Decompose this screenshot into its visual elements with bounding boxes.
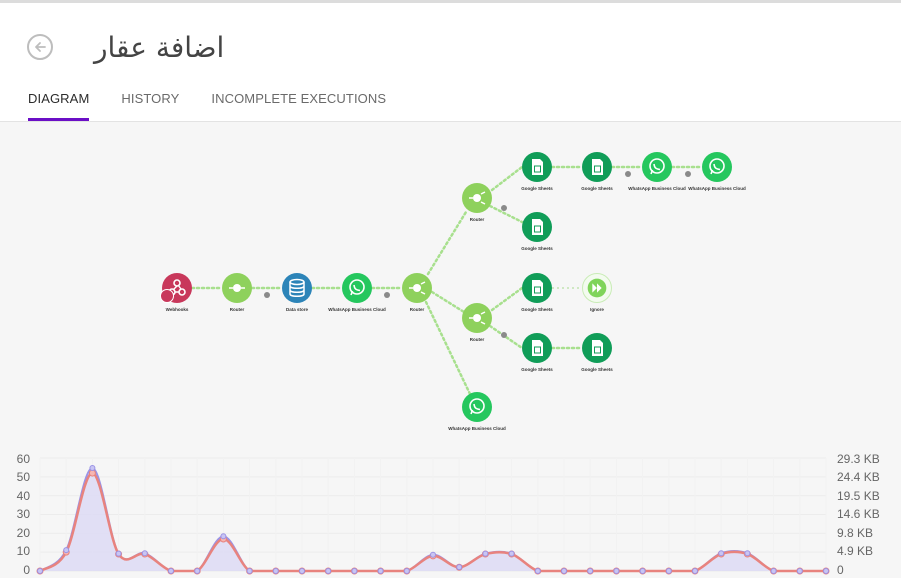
data-size-point	[508, 550, 515, 557]
node-label: Google Sheets	[521, 246, 553, 251]
node-label: Data store	[285, 307, 309, 312]
node-label: Google Sheets	[581, 367, 613, 372]
node-label: Google Sheets	[521, 307, 553, 312]
fast-forward-icon	[587, 278, 607, 298]
data-size-point	[403, 568, 410, 574]
google-sheets-icon	[532, 340, 543, 356]
data-size-point	[430, 551, 436, 558]
google-sheets-icon	[592, 340, 603, 356]
tab-diagram[interactable]: DIAGRAM	[28, 91, 90, 122]
data-size-point	[141, 550, 148, 557]
node-label: Webhooks	[165, 307, 189, 312]
google-sheets-module[interactable]	[582, 333, 612, 363]
node-label: Router	[229, 307, 245, 312]
instant-trigger-badge	[160, 289, 174, 303]
node-label: Router	[469, 217, 485, 222]
data-size-point	[482, 550, 489, 557]
data-size-point	[194, 568, 201, 574]
data-size-point	[351, 568, 358, 574]
data-size-point	[823, 568, 829, 574]
whatsapp-icon	[649, 158, 665, 175]
tab-history[interactable]: HISTORY	[121, 91, 179, 121]
whatsapp-module[interactable]	[342, 273, 372, 303]
router-icon	[229, 284, 245, 292]
node-label: WhatsApp Business Cloud	[688, 186, 746, 191]
router-icon	[469, 311, 486, 325]
data-size-point	[692, 568, 698, 574]
whatsapp-module[interactable]	[642, 152, 672, 182]
router-module[interactable]	[402, 273, 432, 303]
data-size-point	[299, 568, 305, 574]
router-module[interactable]	[462, 183, 492, 213]
tab-incomplete-executions[interactable]: INCOMPLETE EXECUTIONS	[211, 91, 386, 121]
back-button[interactable]	[27, 34, 53, 60]
operations-chart: 60 50 40 30 20 10 0 29.3 KB 24.4 KB 19.5…	[0, 446, 901, 578]
data-size-point	[246, 568, 253, 574]
data-size-point	[639, 568, 646, 574]
data-size-point	[534, 568, 541, 574]
router-module[interactable]	[462, 303, 492, 333]
whatsapp-icon	[469, 398, 485, 415]
tab-bar: DIAGRAM HISTORY INCOMPLETE EXECUTIONS	[28, 91, 386, 122]
node-label: WhatsApp Business Cloud	[328, 307, 386, 312]
data-size-point	[89, 465, 96, 472]
node-label: Google Sheets	[581, 186, 613, 191]
data-size-point	[456, 564, 463, 571]
whatsapp-icon	[349, 279, 365, 296]
whatsapp-icon	[709, 158, 725, 175]
google-sheets-module[interactable]	[522, 212, 552, 242]
page-title: اضافة عقار	[94, 31, 225, 64]
google-sheets-module[interactable]	[582, 152, 612, 182]
data-size-point	[587, 568, 594, 574]
data-size-point	[325, 568, 332, 574]
google-sheets-module[interactable]	[522, 333, 552, 363]
node-label: Ignore	[590, 307, 604, 312]
data-size-point	[770, 568, 777, 574]
database-icon	[289, 278, 305, 297]
data-size-point	[718, 550, 725, 557]
node-label: Google Sheets	[521, 186, 553, 191]
whatsapp-module[interactable]	[462, 392, 492, 422]
data-size-point	[744, 550, 751, 557]
google-sheets-icon	[532, 159, 543, 175]
node-label: Router	[469, 337, 485, 342]
google-sheets-icon	[592, 159, 603, 175]
page-header: اضافة عقار DIAGRAM HISTORY INCOMPLETE EX…	[0, 3, 901, 122]
data-size-point	[115, 550, 122, 557]
data-size-point	[272, 568, 279, 574]
node-label: WhatsApp Business Cloud	[448, 426, 506, 431]
node-label: WhatsApp Business Cloud	[628, 186, 686, 191]
google-sheets-icon	[532, 280, 543, 296]
whatsapp-module[interactable]	[702, 152, 732, 182]
data-store-module[interactable]	[282, 273, 312, 303]
node-label: Router	[409, 307, 425, 312]
data-size-point	[377, 568, 384, 574]
node-label: Google Sheets	[521, 367, 553, 372]
data-size-point	[561, 568, 567, 574]
router-icon	[469, 191, 486, 205]
arrow-left-icon	[35, 42, 46, 52]
data-size-point	[220, 533, 227, 540]
google-sheets-module[interactable]	[522, 152, 552, 182]
data-size-point	[665, 568, 672, 574]
router-icon	[409, 281, 426, 295]
google-sheets-icon	[532, 219, 543, 235]
data-size-point	[63, 547, 70, 554]
data-size-point	[168, 568, 174, 574]
router-module[interactable]	[222, 273, 252, 303]
chart-plot	[36, 457, 830, 575]
google-sheets-module[interactable]	[522, 273, 552, 303]
ignore-module[interactable]	[582, 273, 612, 303]
data-size-point	[37, 568, 43, 574]
data-size-point	[613, 568, 620, 574]
data-size-point	[796, 568, 803, 574]
